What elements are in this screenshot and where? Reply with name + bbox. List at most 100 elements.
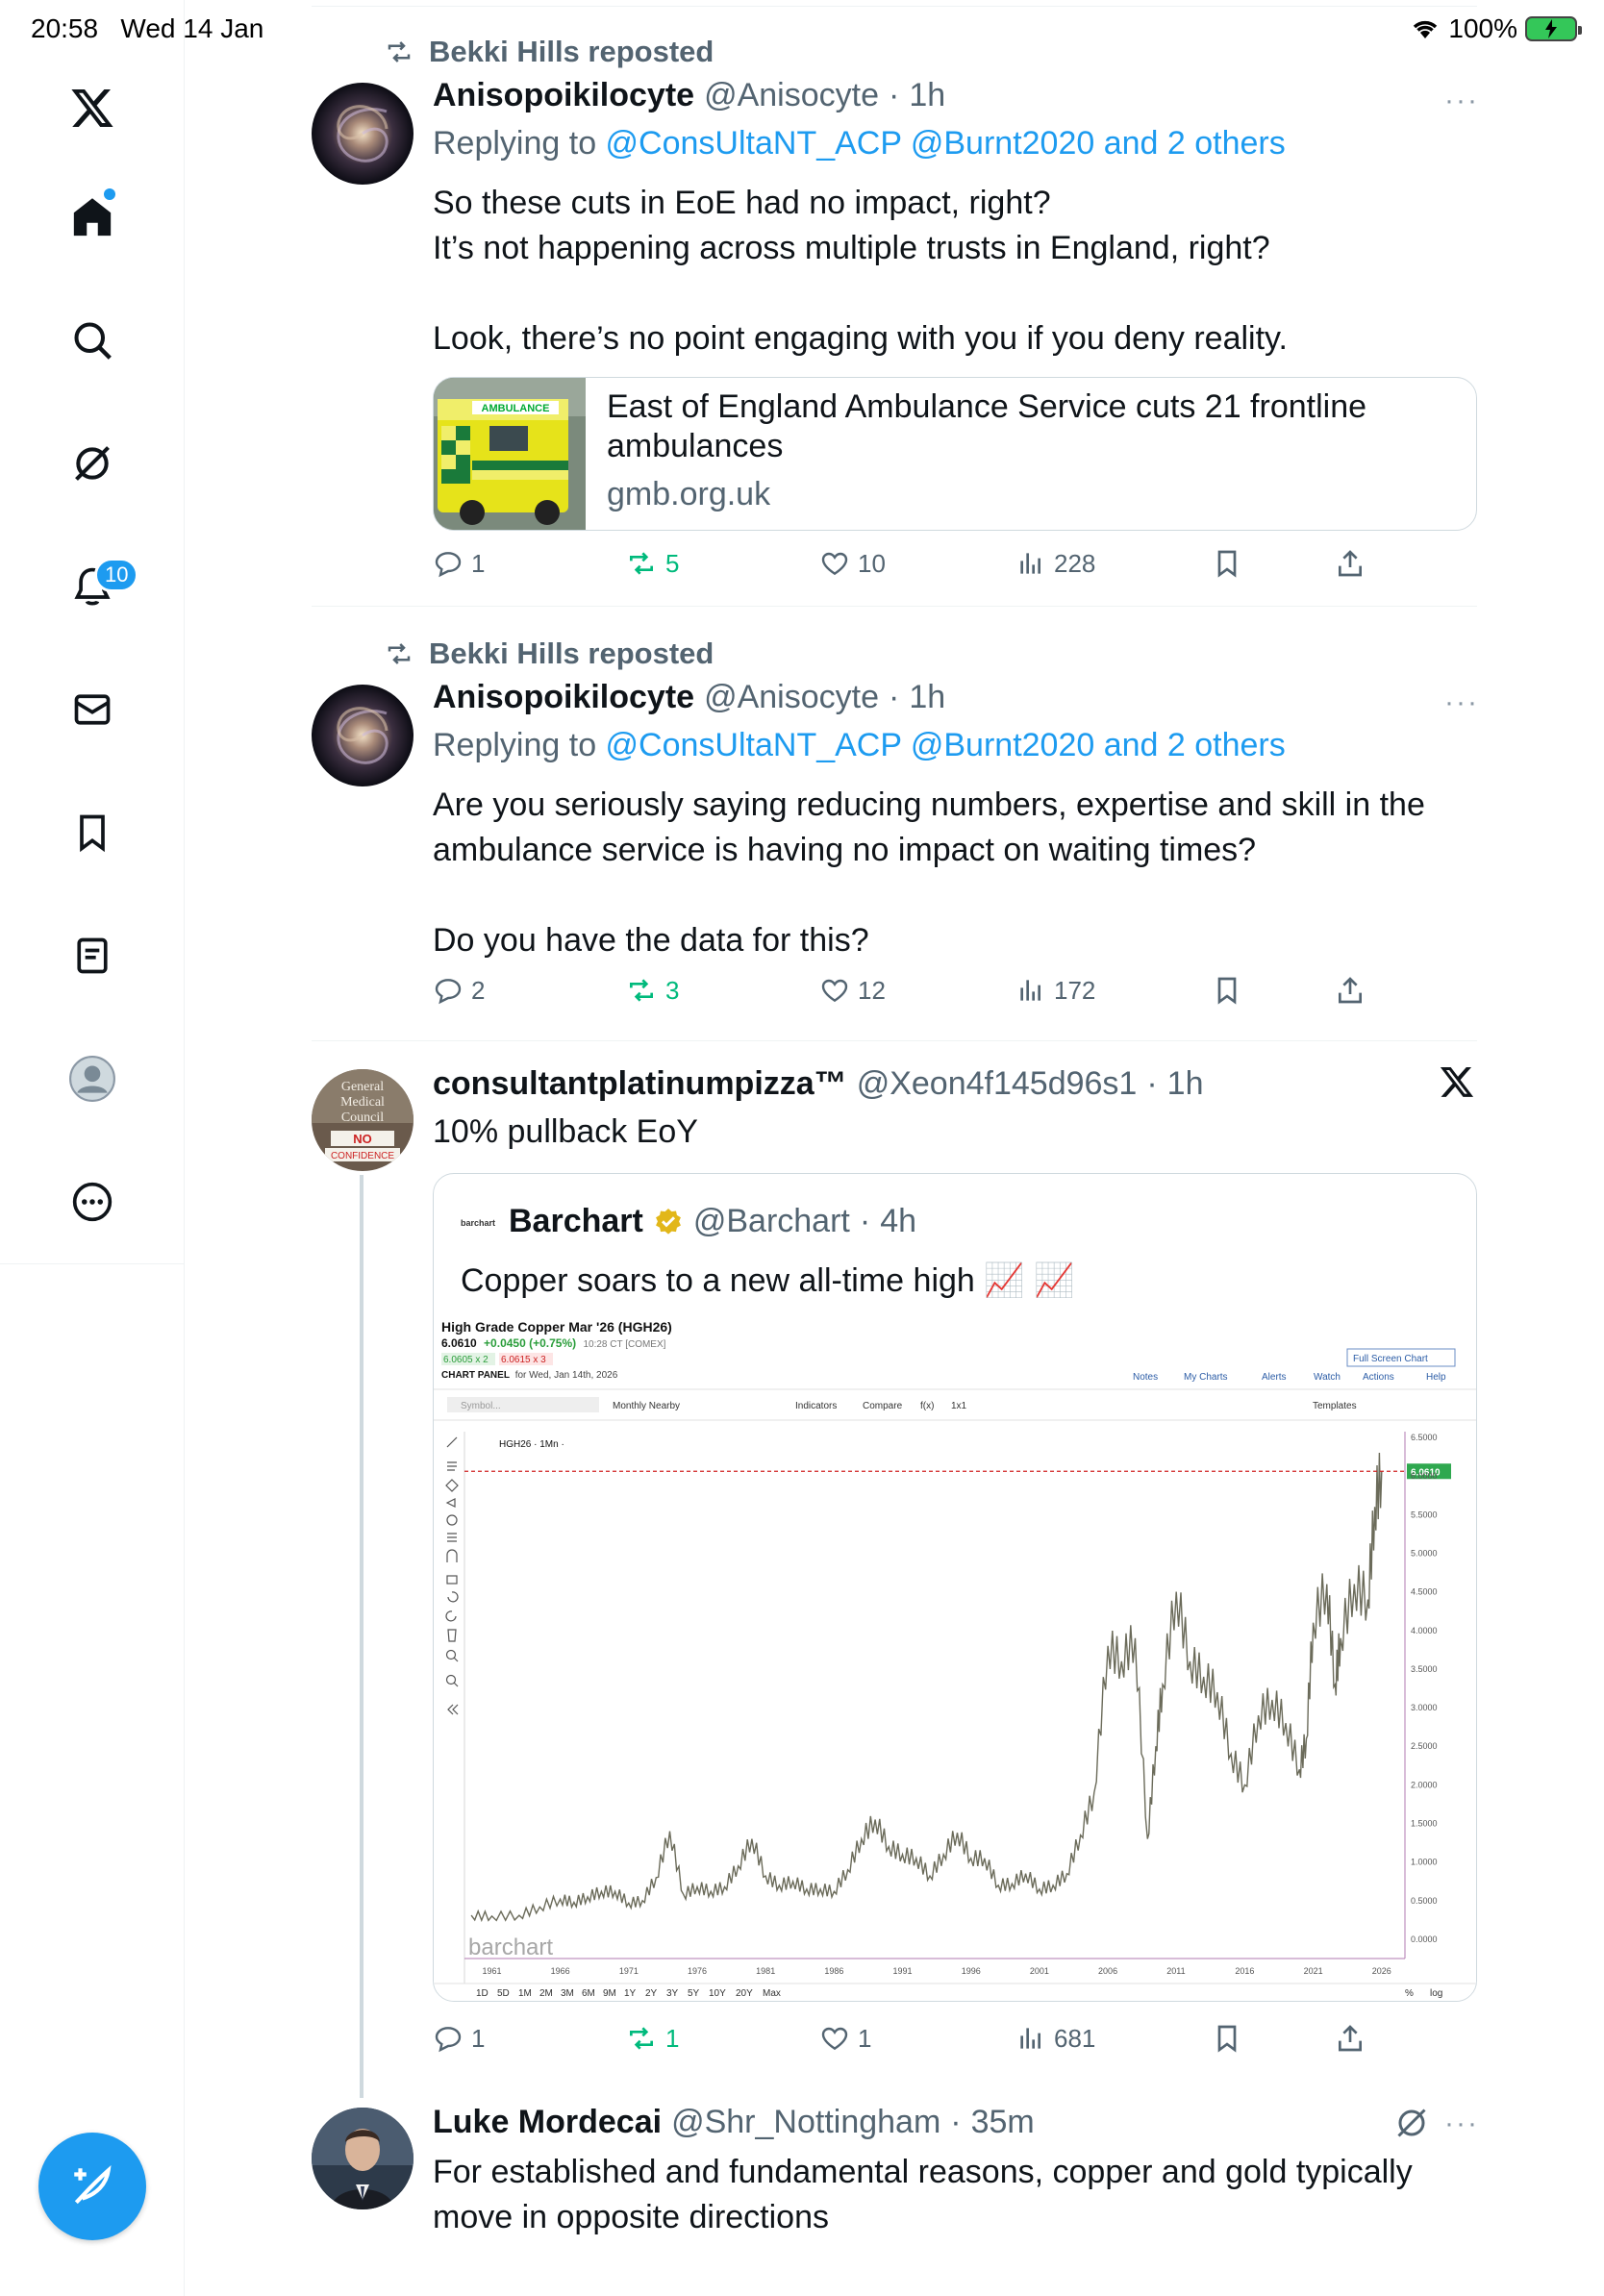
reply-mentions[interactable]: @ConsUltaNT_ACP @Burnt2020 and 2 others	[606, 125, 1286, 162]
reply-mentions[interactable]: @ConsUltaNT_ACP @Burnt2020 and 2 others	[606, 727, 1286, 763]
quoted-avatar[interactable]: barchart	[461, 1209, 499, 1237]
bookmark-button[interactable]	[1212, 2023, 1242, 2054]
like-button[interactable]: 1	[819, 2023, 871, 2054]
tweet-more-icon[interactable]: ···	[1444, 2108, 1479, 2140]
chart-range-button[interactable]: 2M	[539, 1988, 553, 1999]
grok-icon[interactable]	[1394, 2106, 1429, 2145]
bookmark-button[interactable]	[1212, 548, 1242, 579]
quoted-tweet[interactable]: barchart Barchart @Barchart · 4h Copper …	[433, 1173, 1477, 2002]
chart-menu-alerts[interactable]: Alerts	[1262, 1372, 1287, 1383]
author-name[interactable]: Anisopoikilocyte	[433, 77, 694, 114]
chart-templates-button[interactable]: Templates	[1313, 1401, 1357, 1411]
views-button[interactable]: 228	[1015, 548, 1095, 579]
chart-period-select[interactable]: Monthly Nearby	[613, 1401, 680, 1411]
chart-range-button[interactable]: 1M	[518, 1988, 532, 1999]
chart-range-button[interactable]: 1D	[476, 1988, 489, 1999]
author-avatar[interactable]: General Medical Council NO CONFIDENCE	[312, 1069, 414, 1171]
views-button[interactable]: 172	[1015, 975, 1095, 1006]
repost-by-label: Bekki Hills reposted	[429, 636, 714, 670]
reply-button[interactable]: 2	[433, 975, 485, 1006]
chart-range-buttons[interactable]: 1D 5D 1M 2M 3M 6M 9M 1Y 2Y 3Y 5Y 10Y 20Y Max	[476, 1988, 781, 1999]
chart-drawing-tools[interactable]	[445, 1436, 459, 1715]
chart-indicators-button[interactable]: Indicators	[795, 1401, 837, 1411]
author-handle[interactable]: @Shr_Nottingham	[671, 2104, 940, 2141]
full-screen-chart-button[interactable]: Full Screen Chart	[1353, 1354, 1428, 1364]
share-button[interactable]	[1335, 975, 1366, 1006]
chart-range-button[interactable]: 3Y	[666, 1988, 679, 1999]
repost-button[interactable]: 3	[625, 975, 679, 1006]
heart-icon	[821, 979, 848, 1003]
messages-envelope-icon[interactable]	[62, 679, 123, 740]
author-name[interactable]: Anisopoikilocyte	[433, 679, 694, 716]
author-name[interactable]: consultantplatinumpizza™	[433, 1065, 847, 1103]
chart-compare-button[interactable]: Compare	[863, 1401, 903, 1411]
like-button[interactable]: 10	[819, 548, 886, 579]
chart-range-button[interactable]: 2Y	[645, 1988, 658, 1999]
tweet-time[interactable]: 1h	[909, 679, 945, 716]
y-tick-label: 1.0000	[1411, 1858, 1438, 1867]
repost-button[interactable]: 5	[625, 548, 679, 579]
share-button[interactable]	[1335, 548, 1366, 579]
tweet-more-icon[interactable]: ···	[1444, 85, 1479, 117]
chart-fx-button[interactable]: f(x)	[920, 1401, 934, 1411]
tweet-more-icon[interactable]: ···	[1444, 686, 1479, 719]
chart-range-button[interactable]: 10Y	[709, 1988, 726, 1999]
grok-icon[interactable]	[62, 433, 123, 494]
chart-menu-mycharts[interactable]: My Charts	[1184, 1372, 1228, 1383]
chart-scale-percent[interactable]: %	[1405, 1988, 1414, 1999]
share-button[interactable]	[1335, 2023, 1366, 2054]
quoted-handle[interactable]: @Barchart	[693, 1203, 850, 1240]
author-handle[interactable]: @Anisocyte	[704, 679, 879, 716]
author-avatar[interactable]	[312, 685, 414, 786]
chart-scale-log[interactable]: log	[1430, 1988, 1442, 1999]
chart-menu-help[interactable]: Help	[1426, 1372, 1446, 1383]
search-icon[interactable]	[62, 310, 123, 371]
chart-range-button[interactable]: 3M	[561, 1988, 574, 1999]
chart-range-button[interactable]: 20Y	[736, 1988, 753, 1999]
chart-menu-notes[interactable]: Notes	[1133, 1372, 1158, 1383]
link-card[interactable]: AMBULANCE East of England Ambulance Serv…	[433, 377, 1477, 531]
quoted-author-name[interactable]: Barchart	[509, 1203, 643, 1240]
like-button[interactable]: 12	[819, 975, 886, 1006]
chart-menu-actions[interactable]: Actions	[1363, 1372, 1394, 1383]
tweet-time[interactable]: 1h	[1167, 1065, 1204, 1103]
author-handle[interactable]: @Anisocyte	[704, 77, 879, 114]
views-button[interactable]: 681	[1015, 2023, 1095, 2054]
reply-button[interactable]: 1	[433, 2023, 485, 2054]
x-tick-label: 2016	[1235, 1966, 1254, 1976]
reply-button[interactable]: 1	[433, 548, 485, 579]
more-options-icon[interactable]	[62, 1171, 123, 1233]
x-logo-icon[interactable]	[62, 77, 123, 138]
compose-post-button[interactable]	[38, 2133, 146, 2240]
profile-avatar-icon[interactable]	[62, 1048, 123, 1110]
avatar-text-line: CONFIDENCE	[331, 1151, 394, 1161]
chart-symbol-input[interactable]: Symbol...	[461, 1401, 501, 1411]
x-logo-icon[interactable]	[1439, 1063, 1475, 1105]
chart-range-button[interactable]: 1Y	[624, 1988, 637, 1999]
author-handle[interactable]: @Xeon4f145d96s1	[857, 1065, 1138, 1103]
barchart-screenshot[interactable]: High Grade Copper Mar '26 (HGH26) 6.0610…	[434, 1318, 1476, 2001]
repost-icon	[388, 41, 411, 62]
chart-range-button[interactable]: 9M	[603, 1988, 616, 1999]
repost-button[interactable]: 1	[625, 2023, 679, 2054]
chart-range-button[interactable]: 6M	[582, 1988, 595, 1999]
bookmark-button[interactable]	[1212, 975, 1242, 1006]
tweet-time[interactable]: 35m	[971, 2104, 1035, 2141]
tweet-text: Are you seriously saying reducing number…	[433, 786, 1425, 959]
author-avatar[interactable]	[312, 83, 414, 185]
chart-layout-button[interactable]: 1x1	[951, 1401, 967, 1411]
lists-icon[interactable]	[62, 925, 123, 986]
author-avatar[interactable]	[312, 2108, 414, 2209]
heart-icon	[821, 2027, 848, 2051]
chart-range-button[interactable]: 5D	[497, 1988, 510, 1999]
tweet-time[interactable]: 1h	[909, 77, 945, 114]
x-tick-label: 1966	[551, 1966, 570, 1976]
author-name[interactable]: Luke Mordecai	[433, 2104, 662, 2141]
repost-count: 1	[665, 2023, 680, 2053]
quoted-time[interactable]: 4h	[880, 1203, 916, 1240]
chart-range-button[interactable]: Max	[763, 1988, 781, 1999]
home-icon[interactable]	[62, 187, 123, 248]
bookmarks-icon[interactable]	[62, 802, 123, 863]
chart-menu-watch[interactable]: Watch	[1314, 1372, 1341, 1383]
chart-range-button[interactable]: 5Y	[688, 1988, 700, 1999]
